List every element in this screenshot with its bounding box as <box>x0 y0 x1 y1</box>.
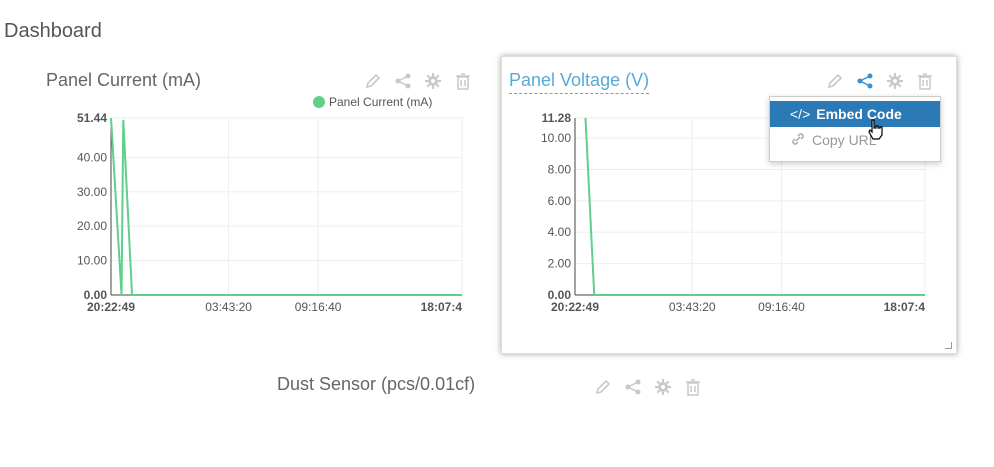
share-icon[interactable] <box>624 378 642 396</box>
link-icon <box>790 131 806 150</box>
trash-icon[interactable] <box>684 378 702 396</box>
pencil-icon[interactable] <box>594 378 612 396</box>
x-tick-label: 18:07:4 <box>884 300 926 314</box>
menu-item-label: Embed Code <box>816 106 902 122</box>
hand-cursor-icon <box>867 118 885 145</box>
share-menu: </> Embed Code Copy URL <box>769 96 941 162</box>
x-tick-label: 03:43:20 <box>669 300 716 314</box>
panel-voltage-chart: 11.2810.008.006.004.002.000.0020:22:49 03… <box>541 111 926 314</box>
panel-title: Dust Sensor (pcs/0.01cf) <box>277 374 476 394</box>
menu-item-copy-url[interactable]: Copy URL <box>770 127 940 153</box>
panel-toolbar <box>594 378 702 396</box>
x-tick-label: 20:22:49 <box>551 300 599 314</box>
gear-icon[interactable] <box>654 378 672 396</box>
y-tick-label: 4.00 <box>548 225 572 239</box>
y-tick-label: 8.00 <box>548 162 572 176</box>
y-tick-label: 2.00 <box>548 257 572 271</box>
code-icon: </> <box>790 106 811 122</box>
y-tick-label: 10.00 <box>541 131 571 145</box>
x-tick-label: 09:16:40 <box>758 300 805 314</box>
menu-item-embed-code[interactable]: </> Embed Code <box>770 101 940 127</box>
y-tick-label: 11.28 <box>542 111 572 125</box>
y-tick-label: 6.00 <box>548 194 572 208</box>
